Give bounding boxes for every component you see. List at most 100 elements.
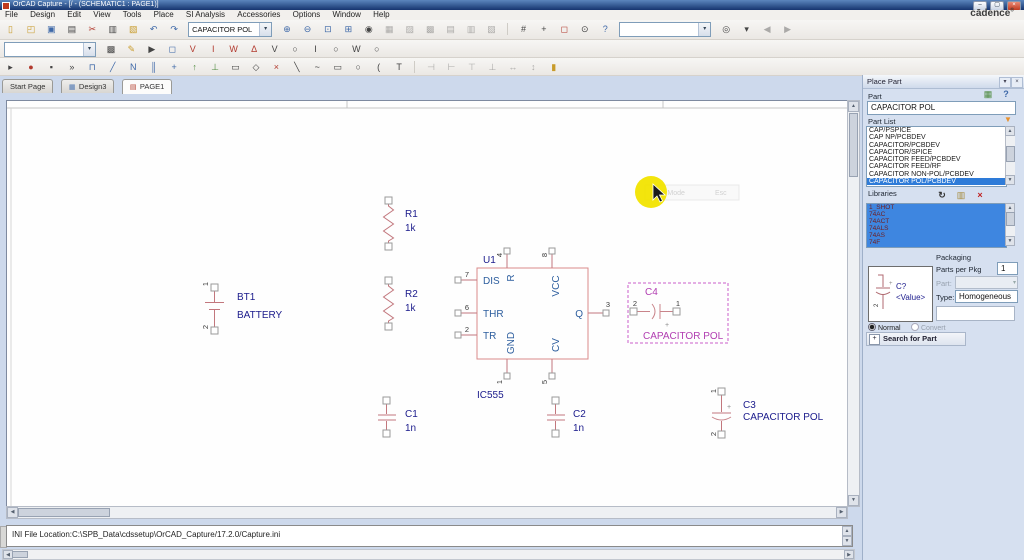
bias-current-display-icon[interactable]: ○ bbox=[328, 42, 343, 56]
normal-radio[interactable]: Normal bbox=[868, 323, 901, 332]
place-line-icon[interactable]: ╲ bbox=[289, 60, 304, 74]
component-r1[interactable]: R1 1k bbox=[382, 196, 419, 251]
align-top-icon[interactable]: ⊤ bbox=[464, 60, 479, 74]
place-junction-icon[interactable]: + bbox=[167, 60, 182, 74]
annotate-icon[interactable]: ▩ bbox=[423, 22, 438, 36]
zoom-selection-icon[interactable]: ⊙ bbox=[577, 22, 592, 36]
place-part-header[interactable]: Place Part ▾ × bbox=[863, 75, 1024, 89]
menu-edit[interactable]: Edit bbox=[62, 10, 86, 20]
macro-record-icon[interactable]: ● bbox=[23, 60, 38, 74]
zoom-out-icon[interactable]: ⊖ bbox=[300, 22, 315, 36]
log-vertical-scrollbar[interactable]: ▲ ▼ bbox=[842, 526, 852, 546]
menu-view[interactable]: View bbox=[88, 10, 115, 20]
repeat-place-icon[interactable]: » bbox=[64, 60, 79, 74]
libraries-scrollbar[interactable]: ▲ ▼ bbox=[1005, 203, 1015, 246]
menu-tools[interactable]: Tools bbox=[118, 10, 147, 20]
part-list-item[interactable]: CAP NP/PCBDEV bbox=[867, 134, 1006, 141]
place-no-connect-icon[interactable]: × bbox=[269, 60, 284, 74]
run-pspice-icon[interactable]: ▶ bbox=[144, 42, 159, 56]
panel-close-icon[interactable]: × bbox=[1011, 77, 1023, 88]
tab-start-page[interactable]: Start Page bbox=[2, 79, 54, 93]
place-arc-icon[interactable]: ( bbox=[371, 60, 386, 74]
place-wire-icon[interactable]: ╱ bbox=[105, 60, 120, 74]
simulation-profile-combo[interactable]: ▾ bbox=[4, 42, 96, 57]
bom-icon[interactable]: ▧ bbox=[484, 22, 499, 36]
vscroll-thumb[interactable] bbox=[849, 113, 858, 177]
library-item[interactable]: 74F bbox=[867, 239, 1006, 246]
new-simulation-profile-icon[interactable]: ▩ bbox=[103, 42, 118, 56]
power-marker-icon[interactable]: W bbox=[226, 42, 241, 56]
copy-icon[interactable]: ▥ bbox=[105, 22, 120, 36]
view-simulation-results-icon[interactable]: ◻ bbox=[165, 42, 180, 56]
menu-accessories[interactable]: Accessories bbox=[232, 10, 285, 20]
netlist-icon[interactable]: ▥ bbox=[464, 22, 479, 36]
log-scroll-down-icon[interactable]: ▼ bbox=[842, 536, 852, 546]
paste-icon[interactable]: ▧ bbox=[126, 22, 141, 36]
sim-combo-arrow-icon[interactable]: ▾ bbox=[83, 43, 95, 56]
distribute-vertical-icon[interactable]: ↕ bbox=[526, 60, 541, 74]
library-item[interactable]: 74AS bbox=[867, 232, 1006, 239]
hierarchy-down-icon[interactable]: ▨ bbox=[402, 22, 417, 36]
cut-icon[interactable]: ✂ bbox=[85, 22, 100, 36]
canvas-vertical-scrollbar[interactable]: ▲ ▼ bbox=[847, 100, 860, 507]
edit-simulation-profile-icon[interactable]: ✎ bbox=[124, 42, 139, 56]
menu-options[interactable]: Options bbox=[288, 10, 326, 20]
component-c1[interactable]: C1 1n bbox=[378, 396, 418, 438]
place-rectangle-icon[interactable]: ▭ bbox=[330, 60, 345, 74]
libraries-scroll-down-icon[interactable]: ▼ bbox=[1005, 236, 1015, 246]
log-scroll-up-icon[interactable]: ▲ bbox=[842, 526, 852, 536]
bias-power-display-icon[interactable]: ○ bbox=[369, 42, 384, 56]
snap-to-grid-icon[interactable]: # bbox=[516, 22, 531, 36]
menu-file[interactable]: File bbox=[0, 10, 23, 20]
macro-play-icon[interactable]: ▪ bbox=[44, 60, 59, 74]
hierarchy-up-icon[interactable]: ▦ bbox=[382, 22, 397, 36]
redo-icon[interactable]: ↷ bbox=[167, 22, 182, 36]
voltage-marker-icon[interactable]: V bbox=[185, 42, 200, 56]
log-horizontal-scrollbar[interactable]: ◀ ▶ bbox=[2, 549, 855, 560]
component-c4-placing[interactable]: 2 1 + C4 CAPACITOR POL bbox=[627, 282, 729, 344]
combo-arrow-icon[interactable]: ▾ bbox=[259, 23, 272, 36]
part-name-input[interactable]: CAPACITOR POL bbox=[867, 101, 1016, 115]
search-combo-arrow-icon[interactable]: ▾ bbox=[698, 23, 711, 36]
library-item[interactable]: 74ALS bbox=[867, 225, 1006, 232]
log-scroll-right-icon[interactable]: ▶ bbox=[844, 550, 854, 559]
zoom-area-icon[interactable]: ⊡ bbox=[320, 22, 335, 36]
area-select-icon[interactable]: ◻ bbox=[557, 22, 572, 36]
part-name-combo[interactable]: CAPACITOR POL ▾ bbox=[188, 22, 273, 37]
scroll-left-icon[interactable]: ◀ bbox=[7, 507, 18, 518]
library-item[interactable]: 1_SHOT bbox=[867, 204, 1006, 211]
scroll-up-icon[interactable]: ▲ bbox=[848, 101, 859, 112]
menu-si-analysis[interactable]: SI Analysis bbox=[181, 10, 230, 20]
part-list-item[interactable]: CAPACITOR FEED/PCBDEV bbox=[867, 156, 1006, 163]
libraries-thumb[interactable] bbox=[1006, 212, 1015, 226]
convert-radio[interactable]: Convert bbox=[911, 323, 946, 332]
place-net-alias-icon[interactable]: N bbox=[126, 60, 141, 74]
canvas-horizontal-scrollbar[interactable]: ◀ ▶ bbox=[6, 506, 848, 519]
bias-voltage-toggle-icon[interactable]: V bbox=[267, 42, 282, 56]
filter-funnel-icon[interactable]: ▼ bbox=[1001, 114, 1015, 126]
place-text-icon[interactable]: T bbox=[392, 60, 407, 74]
scroll-right-icon[interactable]: ▶ bbox=[836, 507, 847, 518]
place-ground-icon[interactable]: ⊥ bbox=[208, 60, 223, 74]
part-list-item[interactable]: CAP/PSPICE bbox=[867, 127, 1006, 134]
search-combo[interactable]: ▾ bbox=[619, 22, 712, 37]
menu-help[interactable]: Help bbox=[368, 10, 394, 20]
highlight-icon[interactable]: ▮ bbox=[546, 60, 561, 74]
scroll-down-icon[interactable]: ▼ bbox=[848, 495, 859, 506]
component-u1[interactable]: 7 6 2 4 8 3 1 5 DIS THR TR R VCC Q GND C… bbox=[454, 247, 610, 401]
save-icon[interactable]: ▣ bbox=[44, 22, 59, 36]
bias-voltage-display-icon[interactable]: ○ bbox=[288, 42, 303, 56]
zoom-all-icon[interactable]: ⊞ bbox=[341, 22, 356, 36]
new-document-icon[interactable]: ▯ bbox=[3, 22, 18, 36]
menu-design[interactable]: Design bbox=[25, 10, 60, 20]
undo-icon[interactable]: ↶ bbox=[146, 22, 161, 36]
drc-check-icon[interactable]: ▤ bbox=[443, 22, 458, 36]
libraries-list[interactable]: 1_SHOT 74AC 74ACT 74ALS 74AS 74F bbox=[866, 203, 1007, 248]
differential-marker-icon[interactable]: Δ bbox=[247, 42, 262, 56]
part-help-icon[interactable]: ? bbox=[999, 88, 1013, 100]
pan-icon[interactable]: + bbox=[536, 22, 551, 36]
search-for-part-bar[interactable]: + Search for Part bbox=[866, 332, 966, 346]
component-c2[interactable]: C2 1n bbox=[547, 396, 586, 438]
place-part-to-design-icon[interactable]: ▦ bbox=[981, 88, 995, 100]
fisheye-view-icon[interactable]: ◉ bbox=[361, 22, 376, 36]
